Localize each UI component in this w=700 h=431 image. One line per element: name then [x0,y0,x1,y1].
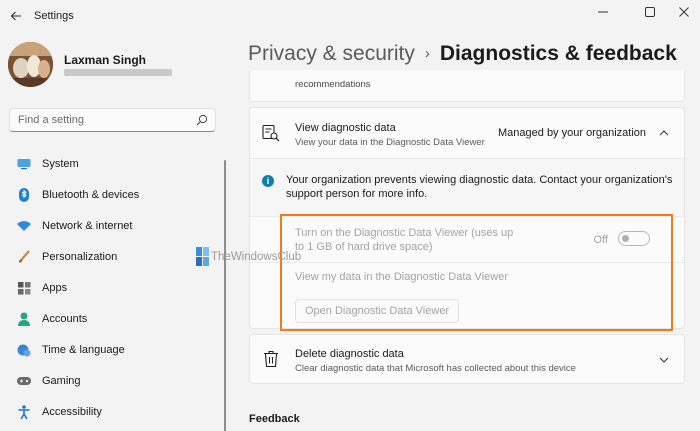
person-icon [17,312,31,326]
sidebar-item-accounts[interactable]: Accounts [8,304,222,334]
sidebar-item-bluetooth[interactable]: Bluetooth & devices [8,180,222,210]
watermark: TheWindowsClub [196,247,301,267]
search-icon [196,114,208,126]
breadcrumb: Privacy & security › Diagnostics & feedbac… [248,42,677,66]
breadcrumb-parent[interactable]: Privacy & security [248,42,415,65]
chevron-up-icon[interactable] [658,127,670,139]
title-bar: Settings [0,0,700,32]
back-arrow-icon [10,11,21,21]
sidebar-item-label: Gaming [42,375,81,387]
search-placeholder: Find a setting [18,114,85,126]
sidebar-item-personalization[interactable]: Personalization [8,242,222,272]
sidebar-item-label: Network & internet [42,220,133,232]
accessibility-icon [17,405,31,419]
watermark-text: TheWindowsClub [211,251,302,263]
monitor-icon [17,157,31,171]
close-button[interactable] [668,0,700,24]
user-name: Laxman Singh [64,53,147,67]
delete-title: Delete diagnostic data [295,348,404,360]
delete-diagnostic-data-section[interactable]: Delete diagnostic data Clear diagnostic … [249,334,685,384]
bluetooth-icon [17,188,31,202]
page-title: Diagnostics & feedback [439,42,677,65]
sidebar-item-system[interactable]: System [8,149,222,179]
highlight-box [280,214,673,331]
sidebar-item-network[interactable]: Network & internet [8,211,222,241]
sidebar-item-apps[interactable]: Apps [8,273,222,303]
user-email-redacted [64,69,172,76]
managed-status: Managed by your organization [498,127,646,139]
sidebar-item-label: Accessibility [42,406,102,418]
sidebar-item-label: System [42,158,79,170]
sidebar-item-label: Apps [42,282,68,294]
recommendations-text: recommendations [295,79,371,90]
sidebar-item-label: Personalization [42,251,118,263]
sidebar-item-time-language[interactable]: Time & language [8,335,222,365]
back-button[interactable] [6,6,26,26]
avatar[interactable] [8,42,53,87]
feedback-heading: Feedback [249,413,300,425]
search-input[interactable]: Find a setting [9,108,216,132]
minimize-button[interactable] [580,0,626,24]
maximize-icon [645,7,655,17]
apps-icon [17,281,31,295]
sidebar-item-gaming[interactable]: Gaming [8,366,222,396]
profile-photo [8,42,53,87]
document-search-icon [262,124,280,142]
sidebar-item-accessibility[interactable]: Accessibility [8,397,222,427]
recommendations-panel: recommendations [249,70,685,102]
section-title: View diagnostic data [295,122,396,134]
info-text: Your organization prevents viewing diagn… [286,174,673,200]
app-title: Settings [34,10,74,22]
sidebar-item-label: Accounts [42,313,88,325]
delete-description: Clear diagnostic data that Microsoft has… [295,363,576,374]
view-diagnostic-data-header[interactable]: View diagnostic data View your data in t… [250,108,684,158]
info-icon: i [262,175,274,187]
sidebar-item-label: Time & language [42,344,125,356]
chevron-down-icon[interactable] [658,354,670,366]
section-description: View your data in the Diagnostic Data Vi… [295,137,485,148]
globe-clock-icon [17,343,31,357]
watermark-logo [196,247,209,266]
wifi-icon [17,219,31,233]
minimize-icon [598,11,608,13]
close-icon [679,7,689,17]
info-banner: i Your organization prevents viewing dia… [250,158,684,216]
maximize-button[interactable] [627,0,673,24]
gamepad-icon [17,374,31,388]
brush-icon [17,250,31,264]
sidebar-scrollbar[interactable] [224,160,226,431]
breadcrumb-separator: › [424,45,430,62]
trash-icon [264,350,278,368]
sidebar-item-label: Bluetooth & devices [42,189,140,201]
